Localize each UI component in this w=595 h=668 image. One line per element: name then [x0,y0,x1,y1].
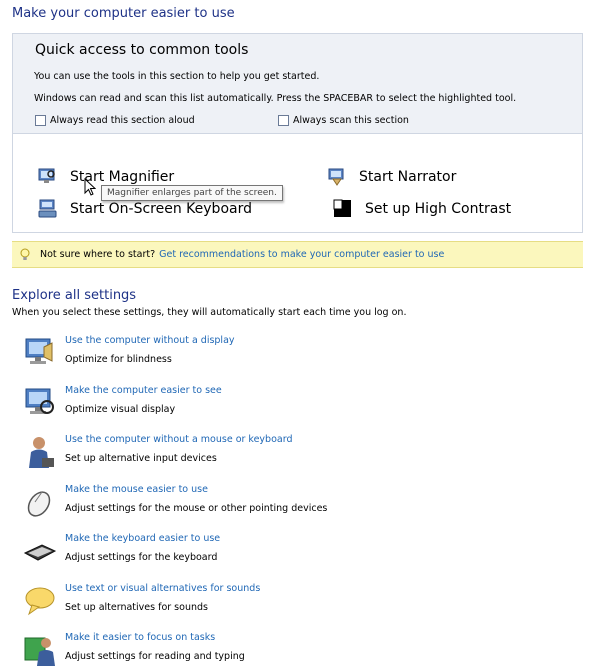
setting-description: Set up alternative input devices [65,453,217,464]
start-narrator-link[interactable]: Start Narrator [327,167,456,187]
scan-checkbox-row[interactable]: Always scan this section [278,115,409,126]
setting-focus-tasks: Make it easier to focus on tasks Adjust … [22,632,582,668]
monitor-icon [25,338,53,364]
setting-description: Optimize for blindness [65,354,172,365]
mouse-pointer-icon [84,178,96,196]
start-magnifier-link[interactable]: Start Magnifier [38,167,174,187]
setting-sounds: Use text or visual alternatives for soun… [22,583,582,619]
setting-link[interactable]: Make the keyboard easier to use [65,533,220,544]
recommendation-question: Not sure where to start? [40,249,156,260]
quick-access-title: Quick access to common tools [35,42,249,58]
start-on-screen-keyboard-link[interactable]: Start On-Screen Keyboard [38,199,252,219]
recommendations-link[interactable]: Get recommendations to make your compute… [159,249,444,260]
set-up-high-contrast-link[interactable]: Set up High Contrast [333,199,511,219]
lightbulb-icon [20,248,30,260]
setting-without-display: Use the computer without a display Optim… [22,335,582,371]
setting-keyboard: Make the keyboard easier to use Adjust s… [22,533,582,569]
setting-link[interactable]: Use text or visual alternatives for soun… [65,583,260,594]
explore-settings-title: Explore all settings [12,288,137,303]
quick-access-instructions: Windows can read and scan this list auto… [34,93,517,104]
setting-description: Adjust settings for reading and typing [65,651,245,662]
setting-mouse: Make the mouse easier to use Adjust sett… [22,484,582,520]
setting-link[interactable]: Make the computer easier to see [65,385,222,396]
set-up-high-contrast-label: Set up High Contrast [365,201,512,217]
setting-link[interactable]: Use the computer without a mouse or keyb… [65,434,293,445]
users-icon [24,637,55,666]
setting-without-mouse-keyboard: Use the computer without a mouse or keyb… [22,434,582,470]
setting-easier-to-see: Make the computer easier to see Optimize… [22,385,582,421]
speech-bubble-icon [25,587,55,616]
mouse-icon [27,491,51,517]
magnifier-tooltip: Magnifier enlarges part of the screen. [101,185,283,201]
read-aloud-checkbox[interactable] [35,115,46,126]
explore-settings-description: When you select these settings, they wil… [12,307,407,318]
display-icon [25,388,54,414]
setting-description: Optimize visual display [65,404,176,415]
keyboard-icon [23,544,57,561]
narrator-icon [328,168,344,186]
setting-link[interactable]: Make the mouse easier to use [65,484,208,495]
magnifier-icon [38,168,55,183]
read-aloud-checkbox-row[interactable]: Always read this section aloud [35,115,195,126]
scan-label: Always scan this section [293,115,409,126]
setting-link[interactable]: Make it easier to focus on tasks [65,632,215,643]
start-narrator-label: Start Narrator [359,169,457,185]
start-on-screen-keyboard-label: Start On-Screen Keyboard [70,201,252,217]
person-icon [29,437,54,468]
quick-access-panel: Quick access to common tools You can use… [12,33,583,134]
read-aloud-label: Always read this section aloud [50,115,195,126]
high-contrast-icon [333,199,351,217]
scan-checkbox[interactable] [278,115,289,126]
setting-description: Adjust settings for the mouse or other p… [65,503,328,514]
recommendation-bar: Not sure where to start? Get recommendat… [12,241,583,268]
on-screen-keyboard-icon [38,199,57,218]
setting-description: Adjust settings for the keyboard [65,552,218,563]
setting-link[interactable]: Use the computer without a display [65,335,235,346]
setting-description: Set up alternatives for sounds [65,602,208,613]
page-title: Make your computer easier to use [12,6,235,21]
quick-access-intro: You can use the tools in this section to… [34,71,320,82]
